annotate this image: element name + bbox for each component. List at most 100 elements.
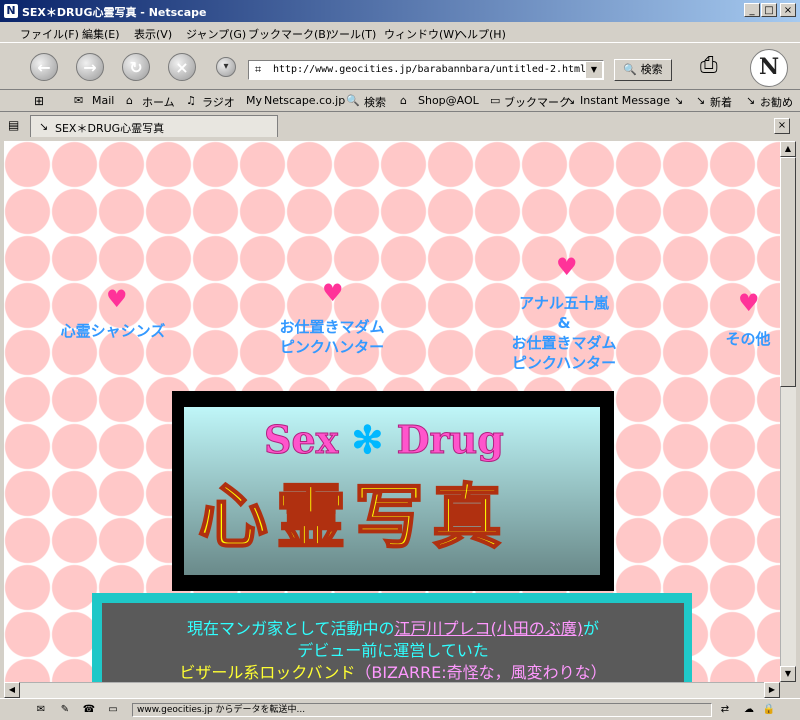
nav-link-oshioki-madam[interactable]: お仕置きマダム ピンクハンター [262, 317, 402, 357]
menu-view[interactable]: 表示(V) [134, 26, 172, 42]
nav-link-anal-igarashi[interactable]: アナル五十嵐 & お仕置きマダム ピンクハンター [494, 293, 634, 373]
magnifier-icon: 🔍 [623, 63, 638, 76]
close-tab-button[interactable]: × [774, 118, 790, 134]
back-button[interactable]: ← [30, 53, 58, 81]
search-button-label: 検索 [640, 63, 663, 76]
heart-icon: ♥ [556, 253, 578, 281]
menu-help[interactable]: ヘルプ(H) [456, 26, 506, 42]
page-viewport: ♥ 心霊シャシンズ ♥ お仕置きマダム ピンクハンター ♥ アナル五十嵐 & お… [4, 141, 780, 682]
intro-line-2: デビュー前に運営していた [297, 641, 489, 660]
nav-link-shinrei-shashins[interactable]: 心霊シャシンズ [48, 321, 178, 341]
menu-file[interactable]: ファイル(F) [20, 26, 79, 42]
heart-icon: ♥ [322, 279, 344, 307]
status-text: www.geocities.jp からデータを転送中... [132, 703, 712, 717]
scroll-left-icon[interactable]: ◀ [4, 682, 20, 698]
intro-panel: 現在マンガ家として活動中の江戸川プレコ(小田のぶ廣)が デビュー前に運営していた… [102, 603, 684, 682]
search-button[interactable]: 🔍 検索 [614, 59, 672, 81]
link-netscape[interactable]: Netscape.co.jp [264, 94, 345, 107]
menu-go[interactable]: ジャンプ(G) [186, 26, 246, 42]
security-icon[interactable]: ☁ [742, 703, 756, 717]
search-icon: 🔍 [346, 94, 360, 107]
intro-text: が [583, 619, 600, 638]
asterisk-icon: ✻ [351, 417, 384, 462]
nav-link-line: お仕置きマダム [511, 334, 617, 352]
banner-main-title: 心霊写真 [197, 474, 510, 559]
intro-box: 現在マンガ家として活動中の江戸川プレコ(小田のぶ廣)が デビュー前に運営していた… [92, 593, 692, 682]
house-icon: ⌂ [126, 94, 133, 107]
bookmark-icon[interactable]: ↘ [674, 94, 683, 107]
nav-link-line: お仕置きマダム [279, 318, 385, 336]
scroll-down-icon[interactable]: ▼ [780, 666, 796, 682]
nav-link-line: 心霊シャシンズ [60, 322, 166, 340]
heart-icon: ♥ [738, 289, 760, 317]
intro-text: ロックバンド [259, 663, 356, 682]
home-tab-icon[interactable]: ⊞ [34, 94, 44, 108]
link-recommend[interactable]: お勧め [760, 94, 793, 110]
link-mail[interactable]: Mail [92, 94, 114, 107]
scroll-up-icon[interactable]: ▲ [780, 141, 796, 157]
menu-tools[interactable]: ツール(T) [328, 26, 376, 42]
tab-bar: ▤ ↘ SEX＊DRUG心霊写真 × [0, 112, 800, 138]
banner-drug: Drug [396, 417, 504, 463]
scrollbar-corner [780, 682, 796, 698]
status-bar: ✉ ✎ ☎ ▭ www.geocities.jp からデータを転送中... ⇄ … [0, 698, 800, 720]
mail-icon: ✉ [74, 94, 84, 107]
heart-icon: ♥ [106, 285, 128, 313]
intro-text: 現在マンガ家として活動中の [186, 619, 395, 638]
online-icon[interactable]: ⇄ [718, 703, 732, 717]
menu-bookmarks[interactable]: ブックマーク(B) [248, 26, 330, 42]
page-icon: ↘ [39, 120, 49, 133]
title-banner: Sex ✻ Drug 心霊写真 [172, 391, 614, 591]
stop-button[interactable]: × [168, 53, 196, 81]
window-title: SEX＊DRUG心霊写真 - Netscape [22, 6, 207, 19]
menu-window[interactable]: ウィンドウ(W) [384, 26, 458, 42]
link-home[interactable]: ホーム [142, 94, 175, 110]
menu-bar: ファイル(F) 編集(E) 表示(V) ジャンプ(G) ブックマーク(B) ツー… [0, 22, 800, 42]
navigation-toolbar: ← → ↻ × ▾ ⌗ http://www.geocities.jp/bara… [0, 42, 800, 90]
link-new[interactable]: 新着 [710, 94, 732, 110]
new-tab-icon[interactable]: ▤ [8, 118, 19, 132]
title-bar[interactable]: N SEX＊DRUG心霊写真 - Netscape _ □ × [0, 0, 800, 22]
netscape-app-icon: N [4, 4, 18, 18]
scroll-right-icon[interactable]: ▶ [764, 682, 780, 698]
nav-link-line: & [557, 314, 571, 332]
link-instant-message[interactable]: Instant Message [580, 94, 670, 107]
mail-icon[interactable]: ✉ [34, 703, 48, 717]
menu-edit[interactable]: 編集(E) [82, 26, 120, 42]
nav-link-others[interactable]: その他 [718, 329, 778, 349]
bookmark-icon: ↘ [696, 94, 706, 107]
reload-button[interactable]: ↻ [122, 53, 150, 81]
intro-text: （BIZARRE:奇怪な，風変わりな） [355, 663, 607, 682]
url-field[interactable]: ⌗ http://www.geocities.jp/barabannbara/u… [248, 60, 604, 80]
page-icon[interactable]: ▭ [106, 703, 120, 717]
intro-line-3: ビザール系ロックバンド（BIZARRE:奇怪な，風変わりな） [102, 663, 684, 682]
vertical-scrollbar[interactable]: ▲ ▼ [780, 141, 796, 682]
link-bookmarks[interactable]: ブックマーク [504, 94, 570, 110]
link-radio[interactable]: ラジオ [202, 94, 235, 110]
forward-button[interactable]: → [76, 53, 104, 81]
link-shop[interactable]: Shop@AOL [418, 94, 479, 107]
personal-toolbar: ⊞ ✉ Mail ⌂ ホーム ♫ ラジオ My Netscape.co.jp 🔍… [0, 90, 800, 112]
banner-sex: Sex [263, 417, 339, 463]
maximize-button[interactable]: □ [761, 3, 777, 17]
author-link[interactable]: 江戸川プレコ(小田のぶ廣) [395, 619, 584, 638]
intro-line-1: 現在マンガ家として活動中の江戸川プレコ(小田のぶ廣)が [102, 619, 684, 639]
scroll-thumb[interactable] [780, 157, 796, 387]
close-window-button[interactable]: × [780, 3, 796, 17]
tab-title: SEX＊DRUG心霊写真 [55, 122, 165, 135]
page-proxy-icon: ⌗ [255, 63, 262, 76]
composer-icon[interactable]: ✎ [58, 703, 72, 717]
url-dropdown-icon[interactable]: ▼ [586, 62, 602, 78]
netscape-logo[interactable]: N [750, 49, 788, 87]
chevron-down-icon[interactable]: ▾ [216, 57, 236, 77]
tab-current[interactable]: ↘ SEX＊DRUG心霊写真 [30, 115, 278, 137]
link-search[interactable]: 検索 [364, 94, 386, 110]
printer-icon[interactable]: ⎙ [700, 53, 718, 78]
address-book-icon[interactable]: ☎ [82, 703, 96, 717]
minimize-button[interactable]: _ [744, 3, 760, 17]
my-icon: My [246, 94, 263, 107]
horizontal-scrollbar[interactable]: ◀ ▶ [4, 682, 780, 698]
nav-link-line: ピンクハンター [279, 338, 385, 356]
lock-icon[interactable]: 🔒 [762, 703, 776, 717]
banner-panel: Sex ✻ Drug 心霊写真 [184, 407, 600, 575]
